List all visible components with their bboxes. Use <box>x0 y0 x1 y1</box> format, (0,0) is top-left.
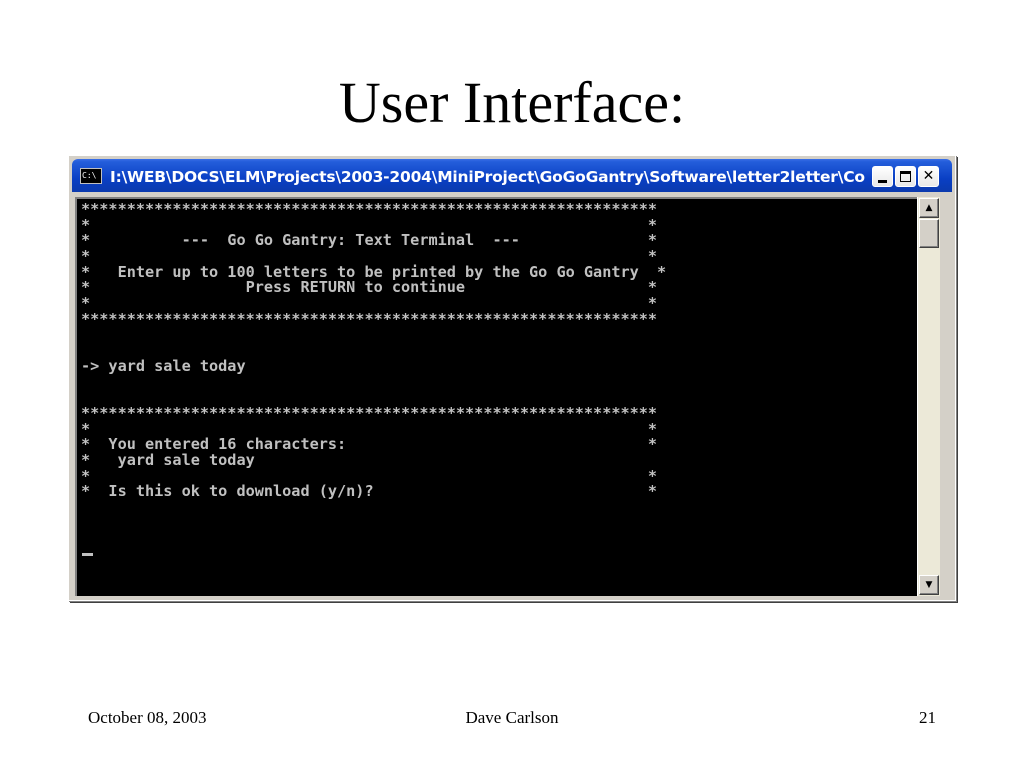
minimize-button[interactable] <box>872 166 893 187</box>
console-output[interactable]: ****************************************… <box>75 197 917 596</box>
maximize-icon <box>900 171 911 182</box>
slide-title: User Interface: <box>338 70 686 135</box>
console-line: ****************************************… <box>81 309 658 328</box>
console-text: ****************************************… <box>81 201 666 501</box>
close-button[interactable]: ✕ <box>918 166 939 187</box>
vertical-scrollbar[interactable]: ▲ ▼ <box>917 197 940 596</box>
maximize-button[interactable] <box>895 166 916 187</box>
text-cursor <box>82 553 93 556</box>
console-window: C:\ I:\WEB\DOCS\ELM\Projects\2003-2004\M… <box>68 155 956 601</box>
console-window-icon[interactable]: C:\ <box>80 168 102 184</box>
footer-page-number: 21 <box>919 708 936 727</box>
console-prompt-line: -> yard sale today <box>81 356 246 375</box>
window-titlebar[interactable]: C:\ I:\WEB\DOCS\ELM\Projects\2003-2004\M… <box>72 159 952 192</box>
console-question-line: * Is this ok to download (y/n)? * <box>81 482 658 501</box>
minimize-icon <box>878 180 887 183</box>
footer-author: Dave Carlson <box>465 708 559 727</box>
close-icon: ✕ <box>922 168 935 184</box>
scroll-up-button[interactable]: ▲ <box>919 198 939 218</box>
scroll-thumb[interactable] <box>919 219 939 248</box>
window-frame-edge <box>940 197 954 596</box>
arrow-down-icon: ▼ <box>925 580 933 590</box>
scroll-down-button[interactable]: ▼ <box>919 575 939 595</box>
arrow-up-icon: ▲ <box>925 203 933 213</box>
window-title: I:\WEB\DOCS\ELM\Projects\2003-2004\MiniP… <box>110 168 865 186</box>
